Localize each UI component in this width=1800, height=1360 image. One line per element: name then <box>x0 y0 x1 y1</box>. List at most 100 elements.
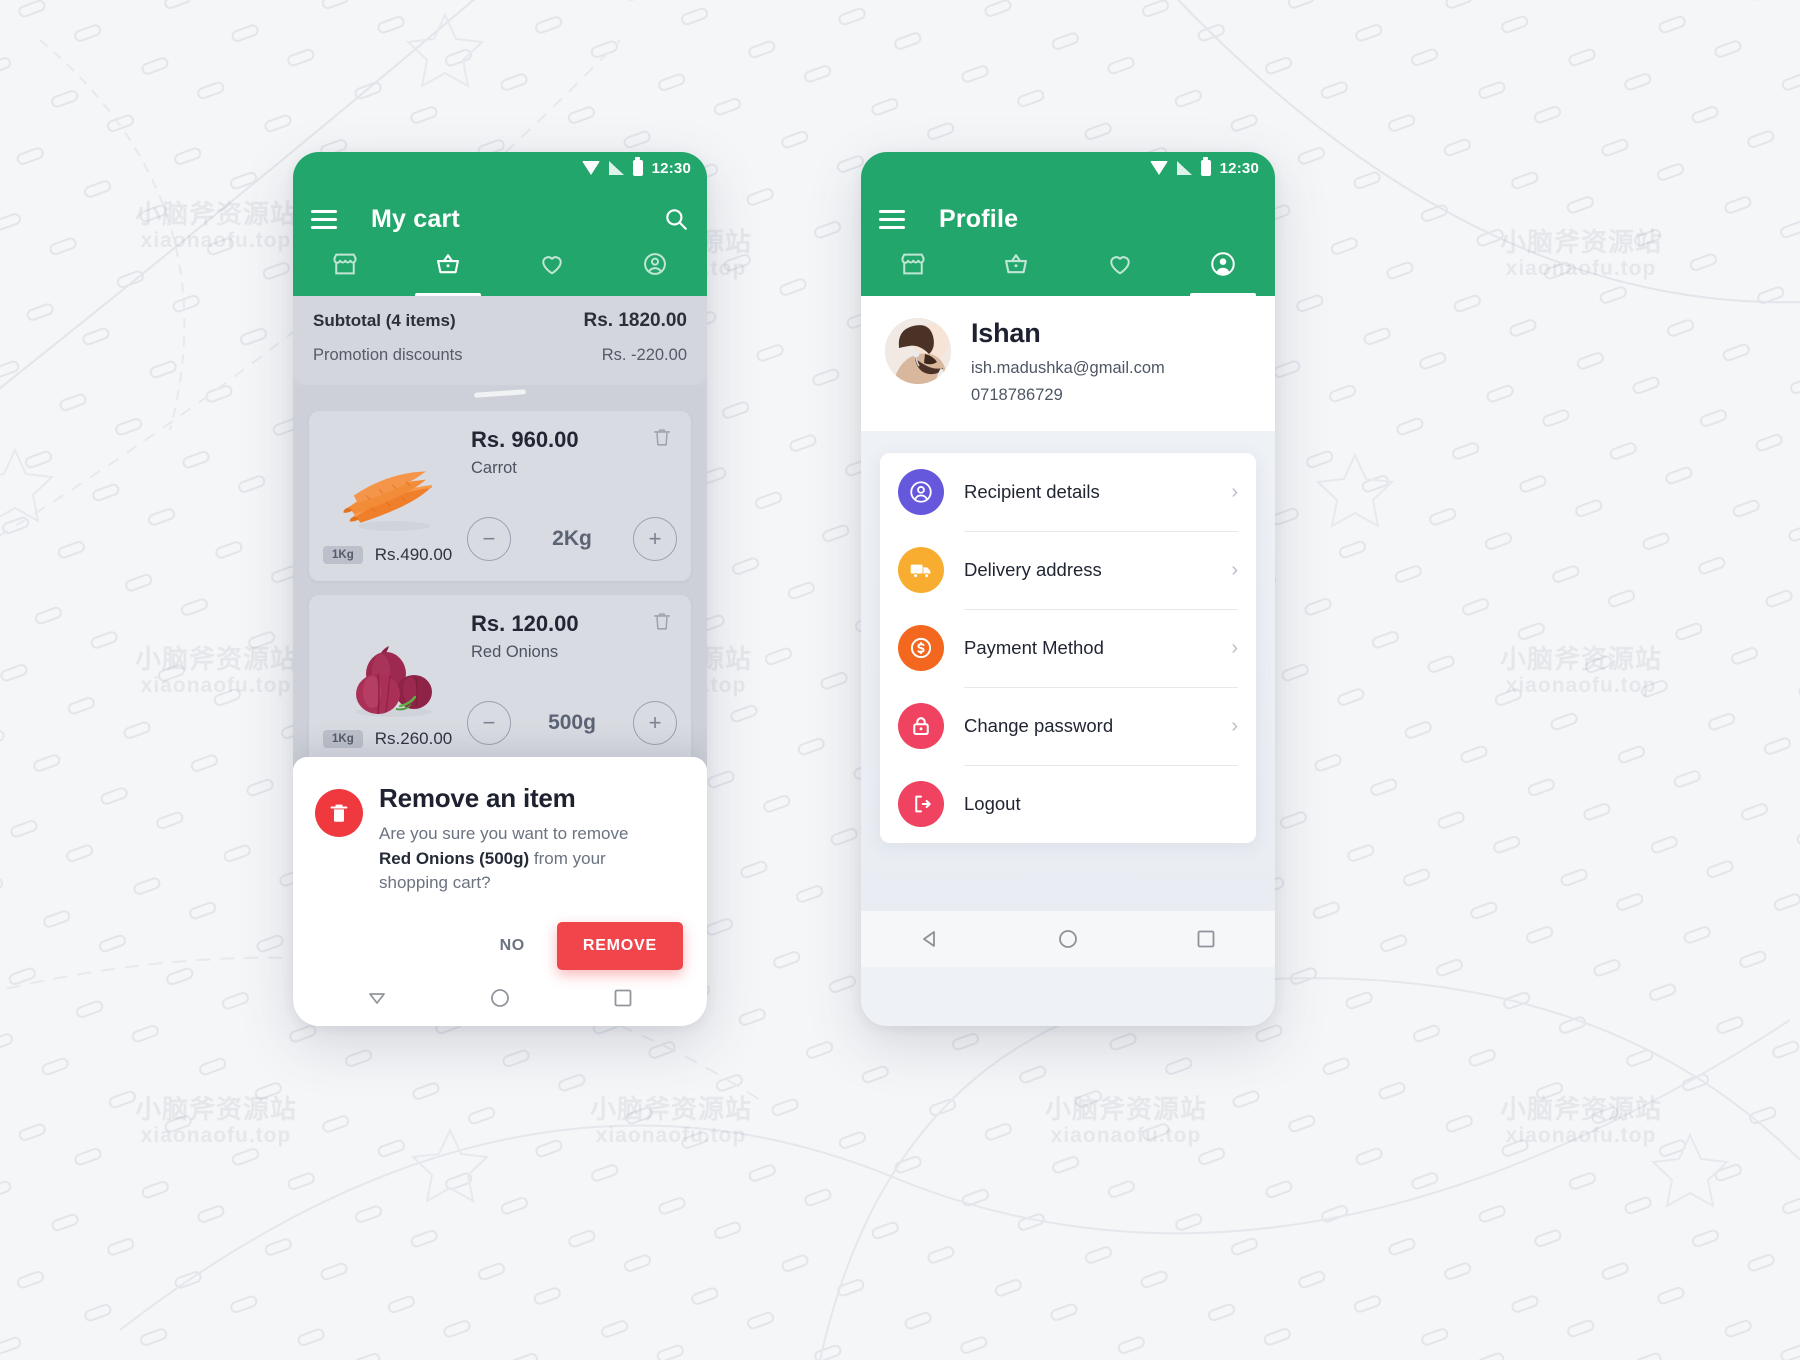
watermark: 小脑斧资源站xiaonaofu.top <box>135 1094 298 1148</box>
tab-cart[interactable] <box>965 246 1069 296</box>
tab-store[interactable] <box>861 246 965 296</box>
lock-icon <box>898 703 944 749</box>
item-name: Red Onions <box>471 643 559 661</box>
profile-user-header: Ishan ish.madushka@gmail.com 0718786729 <box>861 296 1275 431</box>
item-name: Carrot <box>471 459 517 477</box>
remove-button[interactable]: REMOVE <box>556 922 683 970</box>
increase-quantity-button[interactable]: + <box>633 517 677 561</box>
menu-item-label: Change password <box>964 715 1114 736</box>
tab-profile[interactable] <box>1172 246 1276 296</box>
menu-item-change-password[interactable]: Change password › <box>898 687 1238 765</box>
user-name: Ishan <box>971 318 1041 348</box>
page-title: Profile <box>939 204 1019 233</box>
wifi-icon <box>1149 161 1168 175</box>
dialog-title: Remove an item <box>379 783 576 814</box>
cart-items-list: Rs. 960.00 Carrot − 2Kg + 1Kg Rs.490.00 <box>293 385 707 805</box>
profile-menu-card: Recipient details › Delivery address › P… <box>880 453 1256 843</box>
watermark: 小脑斧资源站xiaonaofu.top <box>135 644 298 698</box>
menu-item-label: Delivery address <box>964 559 1102 580</box>
hamburger-menu-icon[interactable] <box>879 205 905 234</box>
dollar-coin-icon <box>898 625 944 671</box>
back-triangle-icon[interactable] <box>365 986 389 1010</box>
menu-item-logout[interactable]: Logout <box>898 765 1238 843</box>
status-bar: 12:30 <box>861 152 1275 184</box>
status-bar: 12:30 <box>293 152 707 184</box>
watermark: 小脑斧资源站xiaonaofu.top <box>1500 227 1663 281</box>
quantity-stepper: − 500g + <box>467 701 677 745</box>
remove-item-dialog: Remove an item Are you sure you want to … <box>293 757 707 1026</box>
home-circle-icon[interactable] <box>1056 927 1080 951</box>
menu-item-payment-method[interactable]: Payment Method › <box>898 609 1238 687</box>
cart-summary: Subtotal (4 items) Rs. 1820.00 Promotion… <box>293 296 707 385</box>
unit-badge: 1Kg <box>323 546 363 564</box>
drag-handle[interactable] <box>473 389 527 398</box>
status-time: 12:30 <box>651 159 691 177</box>
watermark: 小脑斧资源站xiaonaofu.top <box>1500 644 1663 698</box>
summary-row-discount: Promotion discounts Rs. -220.00 <box>313 346 687 365</box>
trash-icon <box>315 789 363 838</box>
watermark: 小脑斧资源站xiaonaofu.top <box>1500 1094 1663 1148</box>
hamburger-menu-icon[interactable] <box>311 205 337 234</box>
cart-phone-screen: 12:30 My cart Subtotal (4 items) Rs. 182… <box>293 152 707 1026</box>
chevron-right-icon: › <box>1231 636 1238 659</box>
unit-price-row: 1Kg Rs.260.00 <box>323 729 452 749</box>
tab-favourites[interactable] <box>500 246 604 296</box>
logout-icon <box>898 781 944 827</box>
signal-icon <box>608 161 624 175</box>
trash-icon[interactable] <box>651 425 673 449</box>
dialog-message: Are you sure you want to remove Red Onio… <box>379 824 629 893</box>
avatar <box>885 318 951 384</box>
subtotal-value: Rs. 1820.00 <box>583 310 687 331</box>
truck-icon <box>898 547 944 593</box>
home-circle-icon[interactable] <box>488 986 512 1010</box>
android-nav-bar <box>315 970 685 1026</box>
discount-value: Rs. -220.00 <box>601 346 687 364</box>
cart-item-row[interactable]: Rs. 960.00 Carrot − 2Kg + 1Kg Rs.490.00 <box>309 411 691 581</box>
tab-store[interactable] <box>293 246 397 296</box>
recents-square-icon[interactable] <box>611 986 635 1010</box>
profile-tabbar <box>861 244 1275 296</box>
menu-item-label: Logout <box>964 793 1021 814</box>
unit-price: Rs.260.00 <box>374 729 453 748</box>
cancel-button[interactable]: NO <box>494 927 531 965</box>
increase-quantity-button[interactable]: + <box>633 701 677 745</box>
back-triangle-icon[interactable] <box>918 927 942 951</box>
profile-appbar: Profile <box>861 184 1275 244</box>
quantity-value: 2Kg <box>552 527 592 550</box>
watermark: 小脑斧资源站xiaonaofu.top <box>590 1094 753 1148</box>
summary-row-subtotal: Subtotal (4 items) Rs. 1820.00 <box>313 310 687 332</box>
cart-appbar: My cart <box>293 184 707 244</box>
user-phone: 0718786729 <box>971 386 1063 404</box>
tab-favourites[interactable] <box>1068 246 1172 296</box>
unit-price-row: 1Kg Rs.490.00 <box>323 545 452 565</box>
trash-icon[interactable] <box>651 609 673 633</box>
user-email: ish.madushka@gmail.com <box>971 359 1165 377</box>
tab-cart[interactable] <box>397 246 501 296</box>
watermark: 小脑斧资源站xiaonaofu.top <box>135 199 298 253</box>
unit-badge: 1Kg <box>323 730 363 748</box>
page-title: My cart <box>371 204 460 233</box>
profile-phone-screen: 12:30 Profile Ishan ish.madushka@gmail.c… <box>861 152 1275 1026</box>
battery-icon <box>632 157 643 176</box>
chevron-right-icon: › <box>1231 558 1238 581</box>
cart-item-row[interactable]: Rs. 120.00 Red Onions − 500g + 1Kg Rs.26… <box>309 595 691 765</box>
decrease-quantity-button[interactable]: − <box>467 517 511 561</box>
wifi-icon <box>581 161 600 175</box>
decrease-quantity-button[interactable]: − <box>467 701 511 745</box>
dialog-item-name: Red Onions (500g) <box>379 848 530 868</box>
status-time: 12:30 <box>1219 159 1259 177</box>
quantity-value: 500g <box>548 711 596 734</box>
menu-item-recipient-details[interactable]: Recipient details › <box>898 453 1238 531</box>
battery-icon <box>1200 157 1211 176</box>
item-price: Rs. 960.00 <box>471 427 579 452</box>
recents-square-icon[interactable] <box>1194 927 1218 951</box>
cart-tabbar <box>293 244 707 296</box>
menu-item-label: Payment Method <box>964 637 1104 658</box>
quantity-stepper: − 2Kg + <box>467 517 677 561</box>
menu-item-delivery-address[interactable]: Delivery address › <box>898 531 1238 609</box>
android-nav-bar <box>861 911 1275 967</box>
profile-menu-area: Recipient details › Delivery address › P… <box>861 431 1275 911</box>
search-icon[interactable] <box>663 206 689 232</box>
watermark: 小脑斧资源站xiaonaofu.top <box>1045 1094 1208 1148</box>
tab-profile[interactable] <box>604 246 708 296</box>
